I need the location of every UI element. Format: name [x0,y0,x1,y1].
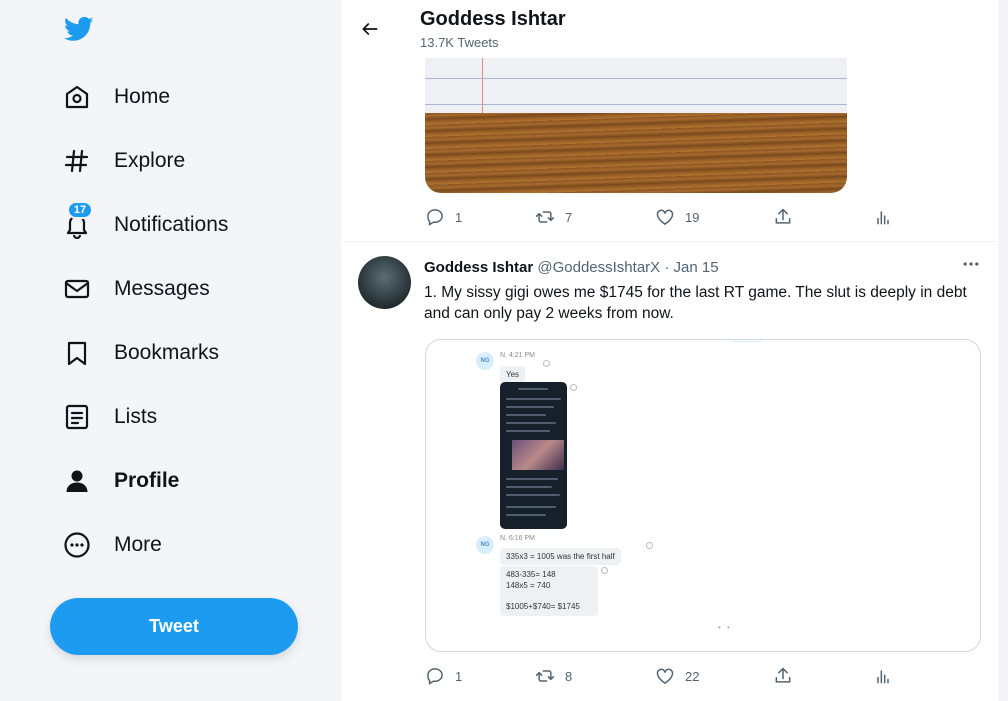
sidebar-item-profile[interactable]: Profile [50,455,310,507]
tweet-photo[interactable] [425,56,847,193]
share-icon [775,208,791,224]
tweet-text: 1. My sissy gigi owes me $1745 for the l… [424,284,967,322]
reply-icon [427,668,443,685]
retweet-count: 7 [565,209,573,225]
share-button[interactable] [773,207,873,227]
sidebar-item-label: Profile [114,469,180,492]
sidebar-item-explore[interactable]: Explore [50,135,310,187]
like-button[interactable]: 22 [655,666,773,686]
sidebar: Home Explore 17 Notifications Messages B… [0,0,341,701]
sidebar-item-more[interactable]: More [50,519,310,571]
reply-icon [427,209,443,226]
carousel-dots: • • [718,623,732,632]
wood-surface [425,113,847,193]
list-icon [62,402,92,432]
heart-icon [656,209,674,225]
bookmark-icon [62,338,92,368]
like-count: 19 [685,209,700,225]
tweet-header: Goddess Ishtar @GoddessIshtarX · Jan 15 [424,259,719,276]
author-handle[interactable]: @GoddessIshtarX [537,259,660,276]
tweet-button[interactable]: Tweet [50,598,298,655]
tweet-actions: 1 7 19 [425,207,895,227]
chat-avatar: NG [476,352,494,370]
like-count: 22 [685,668,700,684]
chat-meta: N, 6:16 PM [500,535,536,542]
profile-timeline: 1 7 19 Goddess Ishtar @GoddessIshtarX · … [341,0,998,701]
back-arrow-icon [362,23,378,35]
sidebar-item-label: Notifications [114,213,229,236]
person-icon [62,466,92,496]
sidebar-item-home[interactable]: Home [50,71,310,123]
separator: · [664,259,670,276]
tweet-divider [341,241,998,242]
phone-screenshot [500,382,567,529]
like-button[interactable]: 19 [655,207,773,227]
author-name[interactable]: Goddess Ishtar [424,259,533,276]
home-icon [62,82,92,112]
more-circle-icon [62,530,92,560]
hashtag-icon [62,146,92,176]
calc-line: 148x5 = 740 [506,581,551,590]
sidebar-item-messages[interactable]: Messages [50,263,310,315]
sidebar-item-label: Bookmarks [114,341,220,364]
chat-bubble: Yes [500,366,526,383]
reaction-icon [601,567,608,574]
share-button[interactable] [773,666,873,686]
retweet-count: 8 [565,668,573,684]
reply-button[interactable]: 1 [425,666,535,686]
retweet-button[interactable]: 8 [535,666,655,686]
tweet-date[interactable]: Jan 15 [674,259,719,276]
calc-line: 483-335= 148 [506,570,556,579]
profile-header: Goddess Ishtar 13.7K Tweets [341,0,998,58]
ellipsis-icon [963,262,979,266]
reaction-icon [646,542,653,549]
analytics-button[interactable] [873,207,893,227]
avatar[interactable] [358,256,411,309]
retweet-button[interactable]: 7 [535,207,655,227]
back-button[interactable] [355,14,385,44]
tweet-media-screenshot[interactable]: NG N, 4:21 PM Yes NG N, 6:16 PM 335x3 = … [425,339,981,652]
chat-bubble-calc: 483-335= 148 148x5 = 740 $1005+$740= $17… [500,566,598,616]
notebook-paper [425,56,847,113]
media-edge [731,340,763,342]
tweet-actions: 1 8 22 [425,666,895,686]
sidebar-item-lists[interactable]: Lists [50,391,310,443]
heart-icon [656,668,674,684]
notification-badge: 17 [67,201,93,219]
sidebar-item-label: Lists [114,405,158,428]
chat-bubble: 335x3 = 1005 was the first half [500,548,621,565]
reaction-icon [570,384,577,391]
sidebar-item-bookmarks[interactable]: Bookmarks [50,327,310,379]
bell-icon: 17 [62,201,93,240]
sidebar-item-notifications[interactable]: 17 Notifications [50,199,310,251]
page-title: Goddess Ishtar [420,8,566,30]
more-options-button[interactable] [959,258,983,278]
sidebar-item-label: Explore [114,149,186,172]
twitter-bird-icon[interactable] [62,14,96,44]
chat-avatar: NG [476,536,494,554]
analytics-icon [877,211,889,225]
analytics-icon [877,670,889,684]
chat-meta: N, 4:21 PM [500,352,536,359]
retweet-icon [535,670,555,682]
reply-button[interactable]: 1 [425,207,535,227]
reaction-icon [543,360,550,367]
calc-line: $1005+$740= $1745 [506,602,580,611]
sidebar-item-label: More [114,533,162,556]
analytics-button[interactable] [873,666,893,686]
reply-count: 1 [455,209,463,225]
sidebar-item-label: Home [114,85,171,108]
sidebar-item-label: Messages [114,277,210,300]
envelope-icon [62,274,92,304]
retweet-icon [535,211,555,223]
share-icon [775,667,791,683]
reply-count: 1 [455,668,463,684]
tweet-count: 13.7K Tweets [420,35,499,50]
